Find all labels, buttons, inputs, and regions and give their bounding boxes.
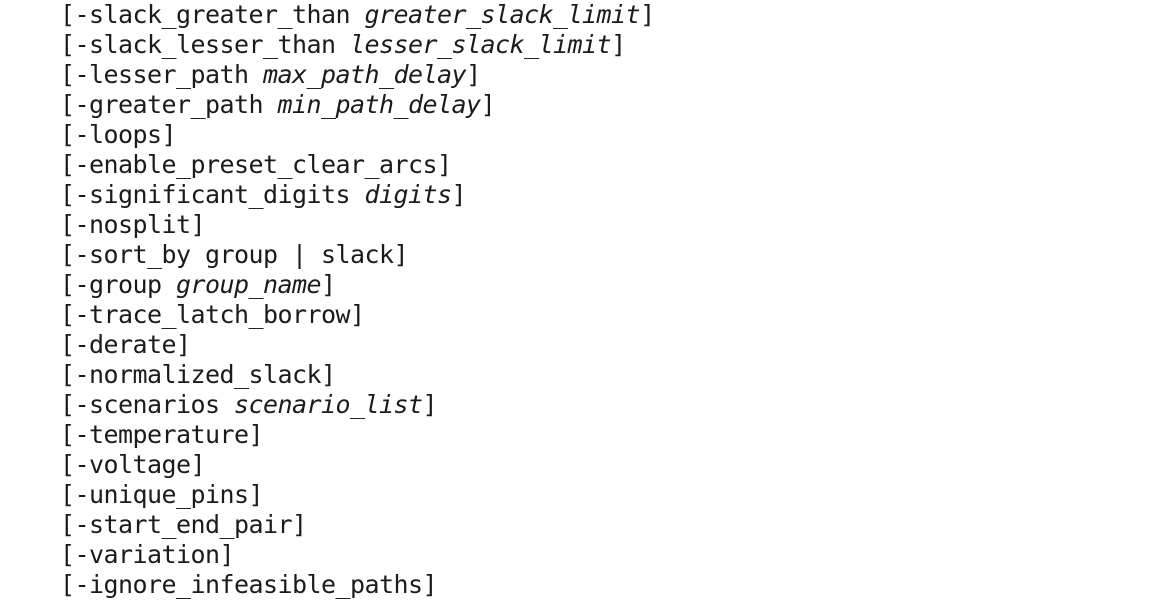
option-argument-placeholder: scenario_list	[234, 390, 423, 419]
option-bracket-close: ]	[611, 30, 626, 59]
option-line: [-temperature]	[60, 420, 1164, 450]
option-line: [-ignore_infeasible_paths]	[60, 570, 1164, 600]
option-literal: [-significant_digits	[60, 180, 365, 209]
option-bracket-close: ]	[393, 240, 409, 269]
option-literal: [-temperature	[60, 420, 249, 449]
option-bracket-close: ]	[321, 360, 336, 389]
option-bracket-close: ]	[466, 60, 481, 89]
option-literal: [-sort_by group | slack	[60, 240, 394, 269]
option-argument-placeholder: greater_slack_limit	[364, 0, 641, 29]
option-line: [-sort_by group | slack]	[60, 240, 1164, 270]
option-literal: [-unique_pins	[60, 480, 249, 509]
option-literal: [-loops	[60, 120, 162, 149]
option-literal: [-normalized_slack	[60, 360, 322, 389]
option-line: [-normalized_slack]	[60, 360, 1164, 390]
option-literal: [-trace_latch_borrow	[60, 300, 351, 329]
option-line: [-greater_path min_path_delay]	[60, 90, 1164, 120]
option-line: [-group group_name]	[60, 270, 1164, 300]
option-literal: [-start_end_pair	[60, 510, 293, 539]
option-line: [-start_end_pair]	[60, 510, 1164, 540]
option-line: [-voltage]	[60, 450, 1164, 480]
option-line: [-scenarios scenario_list]	[60, 390, 1164, 420]
option-bracket-close: ]	[161, 120, 177, 149]
option-bracket-close: ]	[321, 270, 336, 299]
option-literal: [-variation	[60, 540, 220, 569]
option-line: [-enable_preset_clear_arcs]	[60, 150, 1164, 180]
option-argument-placeholder: min_path_delay	[277, 90, 482, 119]
option-line: [-loops]	[60, 120, 1164, 150]
option-literal: [-group	[60, 270, 177, 299]
option-line: [-significant_digits digits]	[60, 180, 1164, 210]
option-argument-placeholder: lesser_slack_limit	[350, 30, 612, 59]
option-argument-placeholder: group_name	[176, 270, 322, 299]
option-literal: [-enable_preset_clear_arcs	[60, 150, 438, 179]
option-bracket-close: ]	[248, 480, 264, 509]
option-line: [-slack_greater_than greater_slack_limit…	[60, 0, 1164, 30]
option-bracket-close: ]	[422, 390, 438, 419]
option-bracket-close: ]	[480, 90, 496, 119]
option-bracket-close: ]	[176, 330, 191, 359]
option-literal: [-derate	[60, 330, 177, 359]
option-literal: [-lesser_path	[60, 60, 264, 89]
option-bracket-close: ]	[190, 450, 206, 479]
option-line: [-unique_pins]	[60, 480, 1164, 510]
option-bracket-close: ]	[422, 570, 438, 599]
option-bracket-close: ]	[451, 180, 467, 209]
option-literal: [-slack_lesser_than	[60, 30, 351, 59]
option-line: [-slack_lesser_than lesser_slack_limit]	[60, 30, 1164, 60]
option-line: [-nosplit]	[60, 210, 1164, 240]
option-bracket-close: ]	[350, 300, 365, 329]
option-bracket-close: ]	[248, 420, 264, 449]
option-line: [-trace_latch_borrow]	[60, 300, 1164, 330]
option-bracket-close: ]	[292, 510, 307, 539]
option-bracket-close: ]	[219, 540, 235, 569]
option-literal: [-voltage	[60, 450, 191, 479]
option-literal: [-ignore_infeasible_paths	[60, 570, 423, 599]
option-argument-placeholder: max_path_delay	[263, 60, 467, 89]
option-line: [-lesser_path max_path_delay]	[60, 60, 1164, 90]
option-literal: [-scenarios	[60, 390, 235, 419]
option-literal: [-nosplit	[60, 210, 191, 239]
option-line: [-derate]	[60, 330, 1164, 360]
option-bracket-close: ]	[437, 150, 452, 179]
option-literal: [-slack_greater_than	[60, 0, 365, 29]
option-literal: [-greater_path	[60, 90, 278, 119]
option-bracket-close: ]	[190, 210, 206, 239]
options-synopsis-block: [-slack_greater_than greater_slack_limit…	[0, 0, 1164, 600]
option-line: [-variation]	[60, 540, 1164, 570]
option-argument-placeholder: digits	[364, 180, 453, 209]
option-bracket-close: ]	[640, 0, 655, 29]
